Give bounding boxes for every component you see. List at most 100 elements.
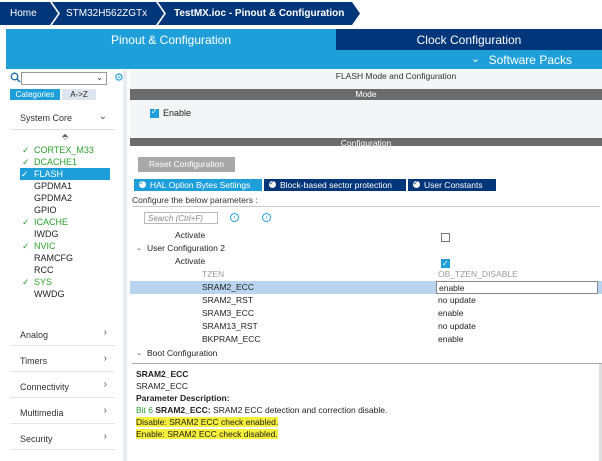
list-item[interactable]: ✓ ICACHE: [22, 216, 110, 228]
param-row[interactable]: Activate: [130, 255, 602, 270]
param-name: Activate: [175, 230, 206, 240]
check-icon: ✓: [22, 277, 30, 287]
chevron-down-icon: ⌄: [470, 53, 480, 65]
tab-clock-label: Clock Configuration: [416, 33, 522, 47]
param-group-row[interactable]: ⌄ User Configuration 2: [130, 242, 602, 255]
search-prev-icon[interactable]: ‹: [230, 213, 239, 222]
param-group-name: User Configuration 2: [147, 243, 225, 253]
system-core-group[interactable]: System Core ⌄: [10, 106, 115, 130]
categories-button[interactable]: Categories: [10, 89, 60, 100]
left-scrollbar[interactable]: [123, 70, 127, 461]
chevron-right-icon: ›: [103, 379, 107, 390]
az-button[interactable]: A->Z: [62, 89, 96, 100]
desc-name: SRAM2_ECC: [136, 381, 188, 391]
breadcrumb-file[interactable]: TestMX.ioc - Pinout & Configuration: [158, 2, 360, 25]
group-label: Security: [20, 434, 53, 444]
group-multimedia[interactable]: Multimedia ›: [10, 398, 115, 424]
tab-block-sector-protection[interactable]: Block-based sector protection: [264, 178, 406, 191]
param-row-selected[interactable]: SRAM2_ECC enable: [130, 281, 602, 294]
param-value: OB_TZEN_DISABLE: [438, 269, 518, 279]
group-security[interactable]: Security ›: [10, 424, 115, 450]
tab-user-constants[interactable]: User Constants: [408, 178, 496, 191]
search-input[interactable]: ⌄: [21, 72, 107, 85]
param-row[interactable]: BKPRAM_ECC enable: [130, 333, 602, 346]
param-name: Activate: [175, 256, 206, 266]
param-value: no update: [438, 295, 476, 305]
param-name: SRAM13_RST: [202, 321, 258, 331]
list-item-label: GPIO: [34, 205, 57, 215]
list-item-label: NVIC: [34, 241, 56, 251]
scroll-up-icon[interactable]: ⬘: [62, 132, 68, 141]
tab-pinout-configuration[interactable]: Pinout & Configuration: [6, 29, 336, 69]
param-name: SRAM3_ECC: [202, 308, 254, 318]
list-item-label: WWDG: [34, 289, 65, 299]
param-value: no update: [438, 321, 476, 331]
chevron-down-icon[interactable]: ⌄: [136, 242, 142, 255]
tab-hal-option-bytes[interactable]: HAL Option Bytes Settings: [134, 178, 262, 191]
group-label: Multimedia: [20, 408, 64, 418]
enable-checkbox[interactable]: [150, 107, 159, 118]
activate-checkbox[interactable]: [441, 257, 450, 270]
check-circle-icon: [269, 178, 276, 190]
param-group-name: Boot Configuration: [147, 348, 218, 358]
list-item-label: CORTEX_M33: [34, 145, 94, 155]
chevron-right-icon: ›: [103, 431, 107, 442]
group-timers[interactable]: Timers ›: [10, 346, 115, 372]
list-item[interactable]: ✓ DCACHE1: [22, 156, 110, 168]
peripheral-list: ✓ CORTEX_M33 ✓ DCACHE1 ✓ FLASH GPDMA1 GPDMA…: [20, 144, 110, 300]
list-item[interactable]: RAMCFG: [22, 252, 110, 264]
param-row[interactable]: SRAM3_ECC enable: [130, 307, 602, 320]
tab-label: HAL Option Bytes Settings: [150, 180, 251, 190]
group-analog[interactable]: Analog ›: [10, 320, 115, 346]
param-row[interactable]: Activate: [130, 229, 602, 243]
chevron-down-icon[interactable]: ⌄: [136, 347, 142, 360]
tab-software-packs[interactable]: ⌄ Software Packs: [336, 50, 602, 69]
param-row[interactable]: SRAM2_RST no update: [130, 294, 602, 307]
activate-checkbox[interactable]: [441, 233, 450, 243]
left-panel: ⌄ ⚙ Categories A->Z System Core ⌄ ⬘ ✓ COR…: [0, 70, 127, 461]
list-item[interactable]: GPIO: [22, 204, 110, 216]
check-circle-icon: [413, 178, 420, 190]
configuration-area: Reset Configuration HAL Option Bytes Set…: [130, 146, 602, 461]
chevron-down-icon[interactable]: ⌄: [96, 73, 103, 82]
search-icon: [10, 72, 21, 83]
group-connectivity[interactable]: Connectivity ›: [10, 372, 115, 398]
desc-bit-line: Bit 6 SRAM2_ECC: SRAM2 ECC detection and…: [136, 404, 598, 416]
list-item-label: ICACHE: [34, 217, 69, 227]
list-item[interactable]: GPDMA2: [22, 192, 110, 204]
param-value: enable: [439, 283, 465, 293]
list-item[interactable]: WWDG: [22, 288, 110, 300]
list-item-selected[interactable]: ✓ FLASH: [20, 168, 110, 180]
list-item[interactable]: ✓ NVIC: [22, 240, 110, 252]
chevron-down-icon: ⌄: [98, 111, 107, 122]
param-row[interactable]: TZEN OB_TZEN_DISABLE: [130, 268, 602, 281]
desc-bit: Bit 6: [136, 405, 154, 415]
list-item-label: IWDG: [34, 229, 59, 239]
list-item[interactable]: ✓ CORTEX_M33: [22, 144, 110, 156]
list-item-label: GPDMA2: [34, 193, 73, 203]
search-row: ⌄ ⚙: [4, 72, 126, 86]
list-item[interactable]: ✓ SYS: [22, 276, 110, 288]
param-value-dropdown[interactable]: enable: [436, 281, 598, 294]
list-item[interactable]: IWDG: [22, 228, 110, 240]
param-name: TZEN: [202, 269, 225, 279]
chevron-right-icon: ›: [103, 405, 107, 416]
list-item[interactable]: RCC: [22, 264, 110, 276]
check-icon: ✓: [21, 169, 29, 179]
tree-search-input[interactable]: Search (Ctrl+F): [144, 212, 218, 224]
list-item[interactable]: GPDMA1: [22, 180, 110, 192]
param-group-row[interactable]: ⌄ Boot Configuration: [130, 347, 602, 360]
enable-label: Enable: [163, 108, 192, 118]
list-item-label: GPDMA1: [34, 181, 73, 191]
tab-pinout-label: Pinout & Configuration: [110, 33, 232, 47]
tab-clock-configuration[interactable]: Clock Configuration: [336, 29, 602, 50]
breadcrumb-mcu[interactable]: STM32H562ZGTx: [52, 2, 164, 25]
search-next-icon[interactable]: ›: [262, 213, 271, 222]
check-icon: ✓: [22, 217, 30, 227]
param-name: SRAM2_ECC: [202, 282, 254, 292]
param-row[interactable]: SRAM13_RST no update: [130, 320, 602, 333]
breadcrumb: Home STM32H562ZGTx TestMX.ioc - Pinout &…: [0, 0, 602, 28]
breadcrumb-home[interactable]: Home: [0, 2, 58, 25]
check-icon: ✓: [22, 241, 30, 251]
reset-configuration-button[interactable]: Reset Configuration: [138, 157, 235, 172]
